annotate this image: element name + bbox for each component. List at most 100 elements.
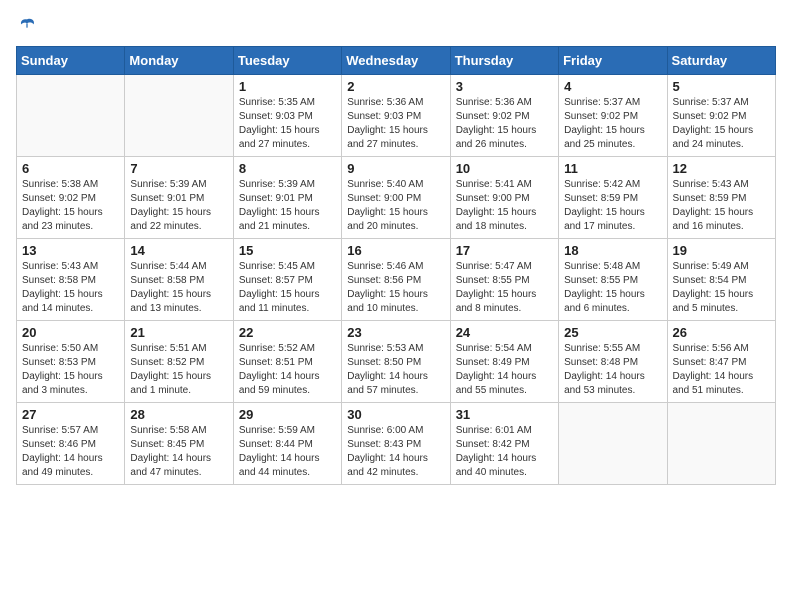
calendar-cell: 24Sunrise: 5:54 AMSunset: 8:49 PMDayligh… (450, 321, 558, 403)
weekday-header-wednesday: Wednesday (342, 47, 450, 75)
day-info: Sunrise: 5:43 AMSunset: 8:59 PMDaylight:… (673, 178, 770, 234)
calendar-cell: 16 Sunrise: 5:46 AMSunset: 8:56 PMDayligh… (342, 239, 450, 321)
calendar-cell: 27 Sunrise: 5:57 AMSunset: 8:46 PMDayligh… (17, 403, 125, 485)
day-number: 12 (673, 161, 770, 176)
day-number: 19 (673, 243, 770, 258)
calendar-cell: 5 Sunrise: 5:37 AMSunset: 9:02 PMDaylight… (667, 75, 775, 157)
day-info: Sunrise: 5:50 AMSunset: 8:53 PMDaylight:… (22, 342, 119, 398)
day-number: 21 (130, 325, 227, 340)
day-info: Sunrise: 5:37 AMSunset: 9:02 PMDaylight:… (564, 96, 661, 152)
day-info: Sunrise: 5:55 AMSunset: 8:48 PMDaylight:… (564, 342, 661, 398)
calendar-cell (667, 403, 775, 485)
day-number: 1 (239, 79, 336, 94)
day-number: 14 (130, 243, 227, 258)
calendar-cell: 2Sunrise: 5:36 AMSunset: 9:03 PMDaylight… (342, 75, 450, 157)
calendar-cell: 7 Sunrise: 5:39 AMSunset: 9:01 PMDaylight… (125, 157, 233, 239)
calendar-cell: 23 Sunrise: 5:53 AMSunset: 8:50 PMDayligh… (342, 321, 450, 403)
weekday-header-sunday: Sunday (17, 47, 125, 75)
weekday-header-thursday: Thursday (450, 47, 558, 75)
day-number: 15 (239, 243, 336, 258)
day-number: 27 (22, 407, 119, 422)
calendar-cell: 30 Sunrise: 6:00 AMSunset: 8:43 PMDayligh… (342, 403, 450, 485)
day-info: Sunrise: 5:58 AMSunset: 8:45 PMDaylight:… (130, 424, 227, 480)
calendar-cell: 31 Sunrise: 6:01 AMSunset: 8:42 PMDayligh… (450, 403, 558, 485)
day-number: 2 (347, 79, 444, 94)
day-info: Sunrise: 5:59 AMSunset: 8:44 PMDaylight:… (239, 424, 336, 480)
day-number: 20 (22, 325, 119, 340)
day-info: Sunrise: 5:44 AMSunset: 8:58 PMDaylight:… (130, 260, 227, 316)
day-info: Sunrise: 6:00 AMSunset: 8:43 PMDaylight:… (347, 424, 444, 480)
day-number: 26 (673, 325, 770, 340)
calendar-cell: 12 Sunrise: 5:43 AMSunset: 8:59 PMDayligh… (667, 157, 775, 239)
calendar-cell: 21Sunrise: 5:51 AMSunset: 8:52 PMDayligh… (125, 321, 233, 403)
weekday-header-friday: Friday (559, 47, 667, 75)
calendar-cell: 10Sunrise: 5:41 AMSunset: 9:00 PMDayligh… (450, 157, 558, 239)
day-number: 22 (239, 325, 336, 340)
day-info: Sunrise: 5:43 AMSunset: 8:58 PMDaylight:… (22, 260, 119, 316)
calendar-cell: 26Sunrise: 5:56 AMSunset: 8:47 PMDayligh… (667, 321, 775, 403)
day-number: 9 (347, 161, 444, 176)
calendar-cell: 19 Sunrise: 5:49 AMSunset: 8:54 PMDayligh… (667, 239, 775, 321)
day-info: Sunrise: 5:40 AMSunset: 9:00 PMDaylight:… (347, 178, 444, 234)
day-number: 6 (22, 161, 119, 176)
day-number: 16 (347, 243, 444, 258)
calendar-cell: 18Sunrise: 5:48 AMSunset: 8:55 PMDayligh… (559, 239, 667, 321)
calendar-cell: 17Sunrise: 5:47 AMSunset: 8:55 PMDayligh… (450, 239, 558, 321)
day-number: 7 (130, 161, 227, 176)
calendar-cell: 28Sunrise: 5:58 AMSunset: 8:45 PMDayligh… (125, 403, 233, 485)
day-number: 3 (456, 79, 553, 94)
calendar-cell: 4Sunrise: 5:37 AMSunset: 9:02 PMDaylight… (559, 75, 667, 157)
day-number: 8 (239, 161, 336, 176)
day-info: Sunrise: 5:38 AMSunset: 9:02 PMDaylight:… (22, 178, 119, 234)
day-number: 23 (347, 325, 444, 340)
week-row-1: 1 Sunrise: 5:35 AMSunset: 9:03 PMDaylight… (17, 75, 776, 157)
calendar-cell: 3 Sunrise: 5:36 AMSunset: 9:02 PMDaylight… (450, 75, 558, 157)
day-info: Sunrise: 5:49 AMSunset: 8:54 PMDaylight:… (673, 260, 770, 316)
day-number: 10 (456, 161, 553, 176)
day-info: Sunrise: 5:45 AMSunset: 8:57 PMDaylight:… (239, 260, 336, 316)
day-info: Sunrise: 5:52 AMSunset: 8:51 PMDaylight:… (239, 342, 336, 398)
logo (16, 16, 38, 36)
weekday-header-saturday: Saturday (667, 47, 775, 75)
calendar-cell: 9 Sunrise: 5:40 AMSunset: 9:00 PMDaylight… (342, 157, 450, 239)
day-info: Sunrise: 5:54 AMSunset: 8:49 PMDaylight:… (456, 342, 553, 398)
calendar-cell (125, 75, 233, 157)
week-row-4: 20 Sunrise: 5:50 AMSunset: 8:53 PMDayligh… (17, 321, 776, 403)
calendar-table: SundayMondayTuesdayWednesdayThursdayFrid… (16, 46, 776, 485)
weekday-header-row: SundayMondayTuesdayWednesdayThursdayFrid… (17, 47, 776, 75)
week-row-5: 27 Sunrise: 5:57 AMSunset: 8:46 PMDayligh… (17, 403, 776, 485)
day-number: 30 (347, 407, 444, 422)
calendar-cell: 8 Sunrise: 5:39 AMSunset: 9:01 PMDaylight… (233, 157, 341, 239)
day-info: Sunrise: 5:37 AMSunset: 9:02 PMDaylight:… (673, 96, 770, 152)
day-info: Sunrise: 6:01 AMSunset: 8:42 PMDaylight:… (456, 424, 553, 480)
day-number: 31 (456, 407, 553, 422)
calendar-cell: 15 Sunrise: 5:45 AMSunset: 8:57 PMDayligh… (233, 239, 341, 321)
week-row-2: 6 Sunrise: 5:38 AMSunset: 9:02 PMDaylight… (17, 157, 776, 239)
week-row-3: 13 Sunrise: 5:43 AMSunset: 8:58 PMDayligh… (17, 239, 776, 321)
calendar-cell (17, 75, 125, 157)
calendar-cell: 13 Sunrise: 5:43 AMSunset: 8:58 PMDayligh… (17, 239, 125, 321)
weekday-header-monday: Monday (125, 47, 233, 75)
logo-bird-icon (17, 16, 37, 36)
day-number: 29 (239, 407, 336, 422)
calendar-cell: 14 Sunrise: 5:44 AMSunset: 8:58 PMDayligh… (125, 239, 233, 321)
day-info: Sunrise: 5:36 AMSunset: 9:02 PMDaylight:… (456, 96, 553, 152)
day-info: Sunrise: 5:35 AMSunset: 9:03 PMDaylight:… (239, 96, 336, 152)
calendar-cell: 22 Sunrise: 5:52 AMSunset: 8:51 PMDayligh… (233, 321, 341, 403)
day-number: 5 (673, 79, 770, 94)
day-number: 13 (22, 243, 119, 258)
calendar-cell (559, 403, 667, 485)
day-info: Sunrise: 5:57 AMSunset: 8:46 PMDaylight:… (22, 424, 119, 480)
day-info: Sunrise: 5:39 AMSunset: 9:01 PMDaylight:… (130, 178, 227, 234)
day-info: Sunrise: 5:53 AMSunset: 8:50 PMDaylight:… (347, 342, 444, 398)
day-info: Sunrise: 5:42 AMSunset: 8:59 PMDaylight:… (564, 178, 661, 234)
day-info: Sunrise: 5:46 AMSunset: 8:56 PMDaylight:… (347, 260, 444, 316)
calendar-cell: 11Sunrise: 5:42 AMSunset: 8:59 PMDayligh… (559, 157, 667, 239)
day-info: Sunrise: 5:48 AMSunset: 8:55 PMDaylight:… (564, 260, 661, 316)
weekday-header-tuesday: Tuesday (233, 47, 341, 75)
day-number: 25 (564, 325, 661, 340)
day-info: Sunrise: 5:39 AMSunset: 9:01 PMDaylight:… (239, 178, 336, 234)
page-header (16, 16, 776, 36)
calendar-cell: 6 Sunrise: 5:38 AMSunset: 9:02 PMDaylight… (17, 157, 125, 239)
calendar-cell: 1 Sunrise: 5:35 AMSunset: 9:03 PMDaylight… (233, 75, 341, 157)
